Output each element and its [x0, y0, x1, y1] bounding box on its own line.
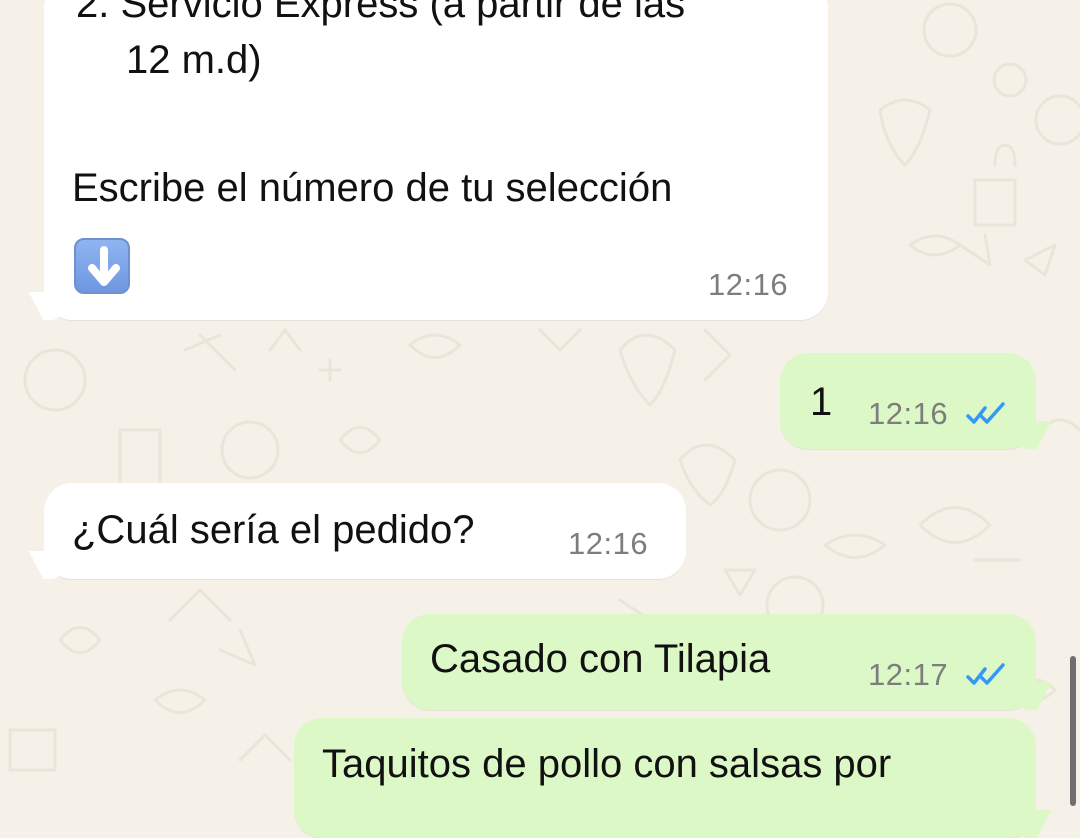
message-timestamp: 12:16: [568, 526, 649, 561]
message-text: ¿Cuál sería el pedido?: [72, 508, 475, 552]
incoming-message[interactable]: ¿Cuál sería el pedido? 12:16: [44, 483, 686, 579]
message-timestamp: 12:16: [868, 396, 949, 431]
scrollbar[interactable]: [1070, 656, 1076, 806]
down-arrow-icon: [74, 238, 130, 294]
message-timestamp: 12:17: [868, 657, 949, 692]
incoming-message[interactable]: 2. Servicio Express (a partir de las 12 …: [44, 0, 828, 320]
outgoing-message[interactable]: Casado con Tilapia 12:17: [402, 614, 1036, 710]
message-text: Casado con Tilapia: [430, 637, 771, 681]
message-timestamp: 12:16: [708, 267, 789, 302]
message-line: 2. Servicio Express (a partir de las: [76, 0, 686, 26]
read-ticks-icon: [966, 663, 1005, 685]
message-line: 12 m.d): [126, 38, 262, 82]
message-text: Taquitos de pollo con salsas por: [322, 742, 892, 786]
read-ticks-icon: [966, 402, 1005, 424]
chat-thread: 2. Servicio Express (a partir de las 12 …: [0, 0, 1080, 838]
message-text: 1: [810, 380, 833, 424]
message-line: Escribe el número de tu selección: [72, 166, 673, 210]
outgoing-message[interactable]: 1 12:16: [780, 353, 1036, 449]
outgoing-message[interactable]: Taquitos de pollo con salsas por: [294, 718, 1036, 838]
